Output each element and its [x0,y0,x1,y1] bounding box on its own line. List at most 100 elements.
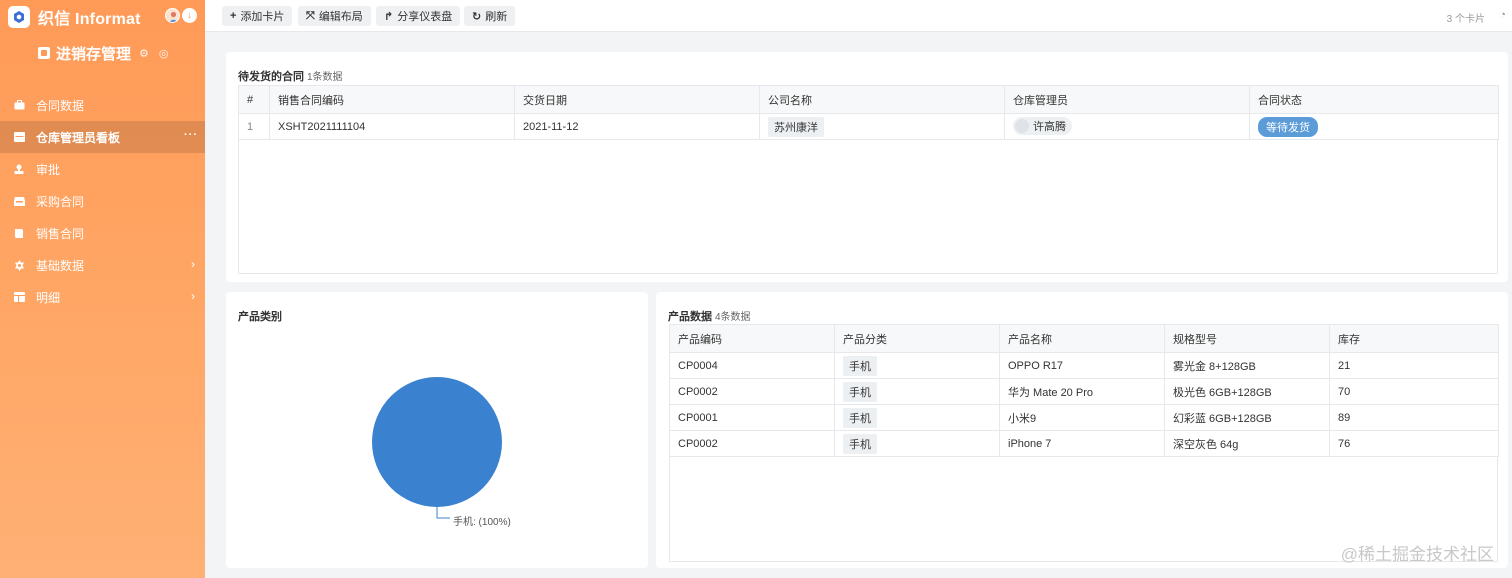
column-header[interactable]: 产品名称 [999,324,1165,353]
plus-icon: + [230,10,237,22]
product-code: CP0002 [669,378,835,405]
sidebar: 织信 Informat ↓ 进销存管理 ⚙ ◎ 合同数据 仓库管理员看板 ···… [0,0,205,578]
book-icon [13,227,25,239]
card-title-label: 待发货的合同 [238,71,304,83]
column-header[interactable]: 公司名称 [759,85,1005,114]
sidebar-item-warehouse-dashboard[interactable]: 仓库管理员看板 ··· [0,121,205,153]
table-row[interactable]: CP0001 手机 小米9 幻彩蓝 6GB+128GB 89 [669,404,1499,431]
settings-icon [13,259,25,271]
sidebar-item-label: 合同数据 [36,98,85,113]
sidebar-item-contract-data[interactable]: 合同数据 [0,89,205,121]
column-header[interactable]: 仓库管理员 [1004,85,1250,114]
product-stock: 76 [1329,430,1499,457]
card-title-label: 产品数据 [668,311,712,323]
user-avatar[interactable] [165,8,180,23]
chevron-right-icon: › [191,257,195,271]
pie-leader-line [436,507,450,519]
table-icon [13,291,25,303]
manager-name: 许高腾 [1033,121,1066,133]
product-spec: 极光色 6GB+128GB [1164,378,1330,405]
category-tag: 手机 [843,381,877,402]
avatar [1015,119,1029,133]
sidebar-item-purchase-contract[interactable]: 采购合同 [0,185,205,217]
row-number: 1 [238,113,270,140]
sidebar-item-details[interactable]: 明细 › [0,281,205,313]
briefcase-icon [13,99,25,111]
brand-logo-icon [8,6,30,28]
category-cell: 手机 [834,378,1000,405]
sidebar-item-label: 仓库管理员看板 [36,130,121,145]
table-row[interactable]: CP0002 手机 iPhone 7 深空灰色 64g 76 [669,430,1499,457]
user-menu-icon[interactable]: ↓ [182,8,197,23]
add-card-button[interactable]: + 添加卡片 [222,6,293,26]
column-header[interactable]: 销售合同编码 [269,85,515,114]
manager-chip: 许高腾 [1013,117,1072,135]
expand-icon: ⤧ [306,9,315,22]
sidebar-item-label: 销售合同 [36,226,85,241]
refresh-button[interactable]: ↻ 刷新 [464,6,516,26]
product-name: 小米9 [999,404,1165,431]
product-name: 华为 Mate 20 Pro [999,378,1165,405]
product-data-card: 产品数据 4条数据 产品编码 产品分类 产品名称 规格型号 库存 CP0004 手… [656,292,1508,568]
brand-name: 织信 Informat [38,11,141,28]
inbox-icon [13,195,25,207]
category-tag: 手机 [843,407,877,428]
product-name: OPPO R17 [999,352,1165,379]
sidebar-item-sales-contract[interactable]: 销售合同 [0,217,205,249]
table-header-row: # 销售合同编码 交货日期 公司名称 仓库管理员 合同状态 [238,85,1499,114]
sidebar-item-basic-data[interactable]: 基础数据 › [0,249,205,281]
refresh-icon: ↻ [472,10,482,23]
gear-icon[interactable]: ⚙ [139,47,149,60]
pie-chart [372,377,502,519]
manager-cell: 许高腾 [1004,113,1250,140]
table-row[interactable]: CP0004 手机 OPPO R17 雾光金 8+128GB 21 [669,352,1499,379]
edit-layout-label: 编辑布局 [318,11,363,23]
table-empty-area [238,140,1498,274]
company-cell: 苏州康洋 [759,113,1005,140]
chevron-right-icon: › [191,289,195,303]
dashboard-icon [13,131,25,143]
product-stock: 89 [1329,404,1499,431]
table-header-row: 产品编码 产品分类 产品名称 规格型号 库存 [669,324,1499,353]
category-tag: 手机 [843,355,877,376]
brand[interactable]: 织信 Informat [8,6,141,28]
record-count: 4条数据 [715,312,751,323]
comment-icon[interactable]: ◔ [1499,9,1506,21]
status-cell: 等待发货 [1249,113,1499,140]
sidebar-item-label: 明细 [36,290,61,305]
product-name: iPhone 7 [999,430,1165,457]
table-row[interactable]: CP0002 手机 华为 Mate 20 Pro 极光色 6GB+128GB 7… [669,378,1499,405]
column-header[interactable]: 库存 [1329,324,1499,353]
product-spec: 雾光金 8+128GB [1164,352,1330,379]
product-spec: 幻彩蓝 6GB+128GB [1164,404,1330,431]
sidebar-nav: 合同数据 仓库管理员看板 ··· 审批 采购合同 销售合同 基础数据 › 明细 … [0,89,205,313]
edit-layout-button[interactable]: ⤧ 编辑布局 [298,6,371,26]
share-dashboard-button[interactable]: ↱ 分享仪表盘 [376,6,461,26]
column-header[interactable]: # [238,85,270,114]
refresh-label: 刷新 [485,11,508,23]
pie-slice-label: 手机: (100%) [453,517,511,528]
watermark: @稀土掘金技术社区 [1340,545,1494,564]
sidebar-item-label: 基础数据 [36,258,85,273]
table-row[interactable]: 1 XSHT2021111104 2021-11-12 苏州康洋 许高腾 等待发… [238,113,1499,140]
status-badge: 等待发货 [1258,116,1318,137]
pending-contracts-table: # 销售合同编码 交货日期 公司名称 仓库管理员 合同状态 1 XSHT2021… [238,85,1499,140]
stamp-icon [13,163,25,175]
pie-slice[interactable] [372,377,502,507]
sidebar-item-label: 采购合同 [36,194,85,209]
sidebar-item-approval[interactable]: 审批 [0,153,205,185]
more-icon[interactable]: ··· [184,129,198,141]
add-card-label: 添加卡片 [240,11,285,23]
product-spec: 深空灰色 64g [1164,430,1330,457]
column-header[interactable]: 交货日期 [514,85,760,114]
target-icon[interactable]: ◎ [159,47,169,60]
column-header[interactable]: 合同状态 [1249,85,1499,114]
column-header[interactable]: 规格型号 [1164,324,1330,353]
product-code: CP0001 [669,404,835,431]
sidebar-item-label: 审批 [36,162,61,177]
card-count: 3 个卡片 [1446,14,1485,25]
column-header[interactable]: 产品编码 [669,324,835,353]
column-header[interactable]: 产品分类 [834,324,1000,353]
card-title: 待发货的合同 1条数据 [238,68,343,84]
app-icon [38,47,50,59]
